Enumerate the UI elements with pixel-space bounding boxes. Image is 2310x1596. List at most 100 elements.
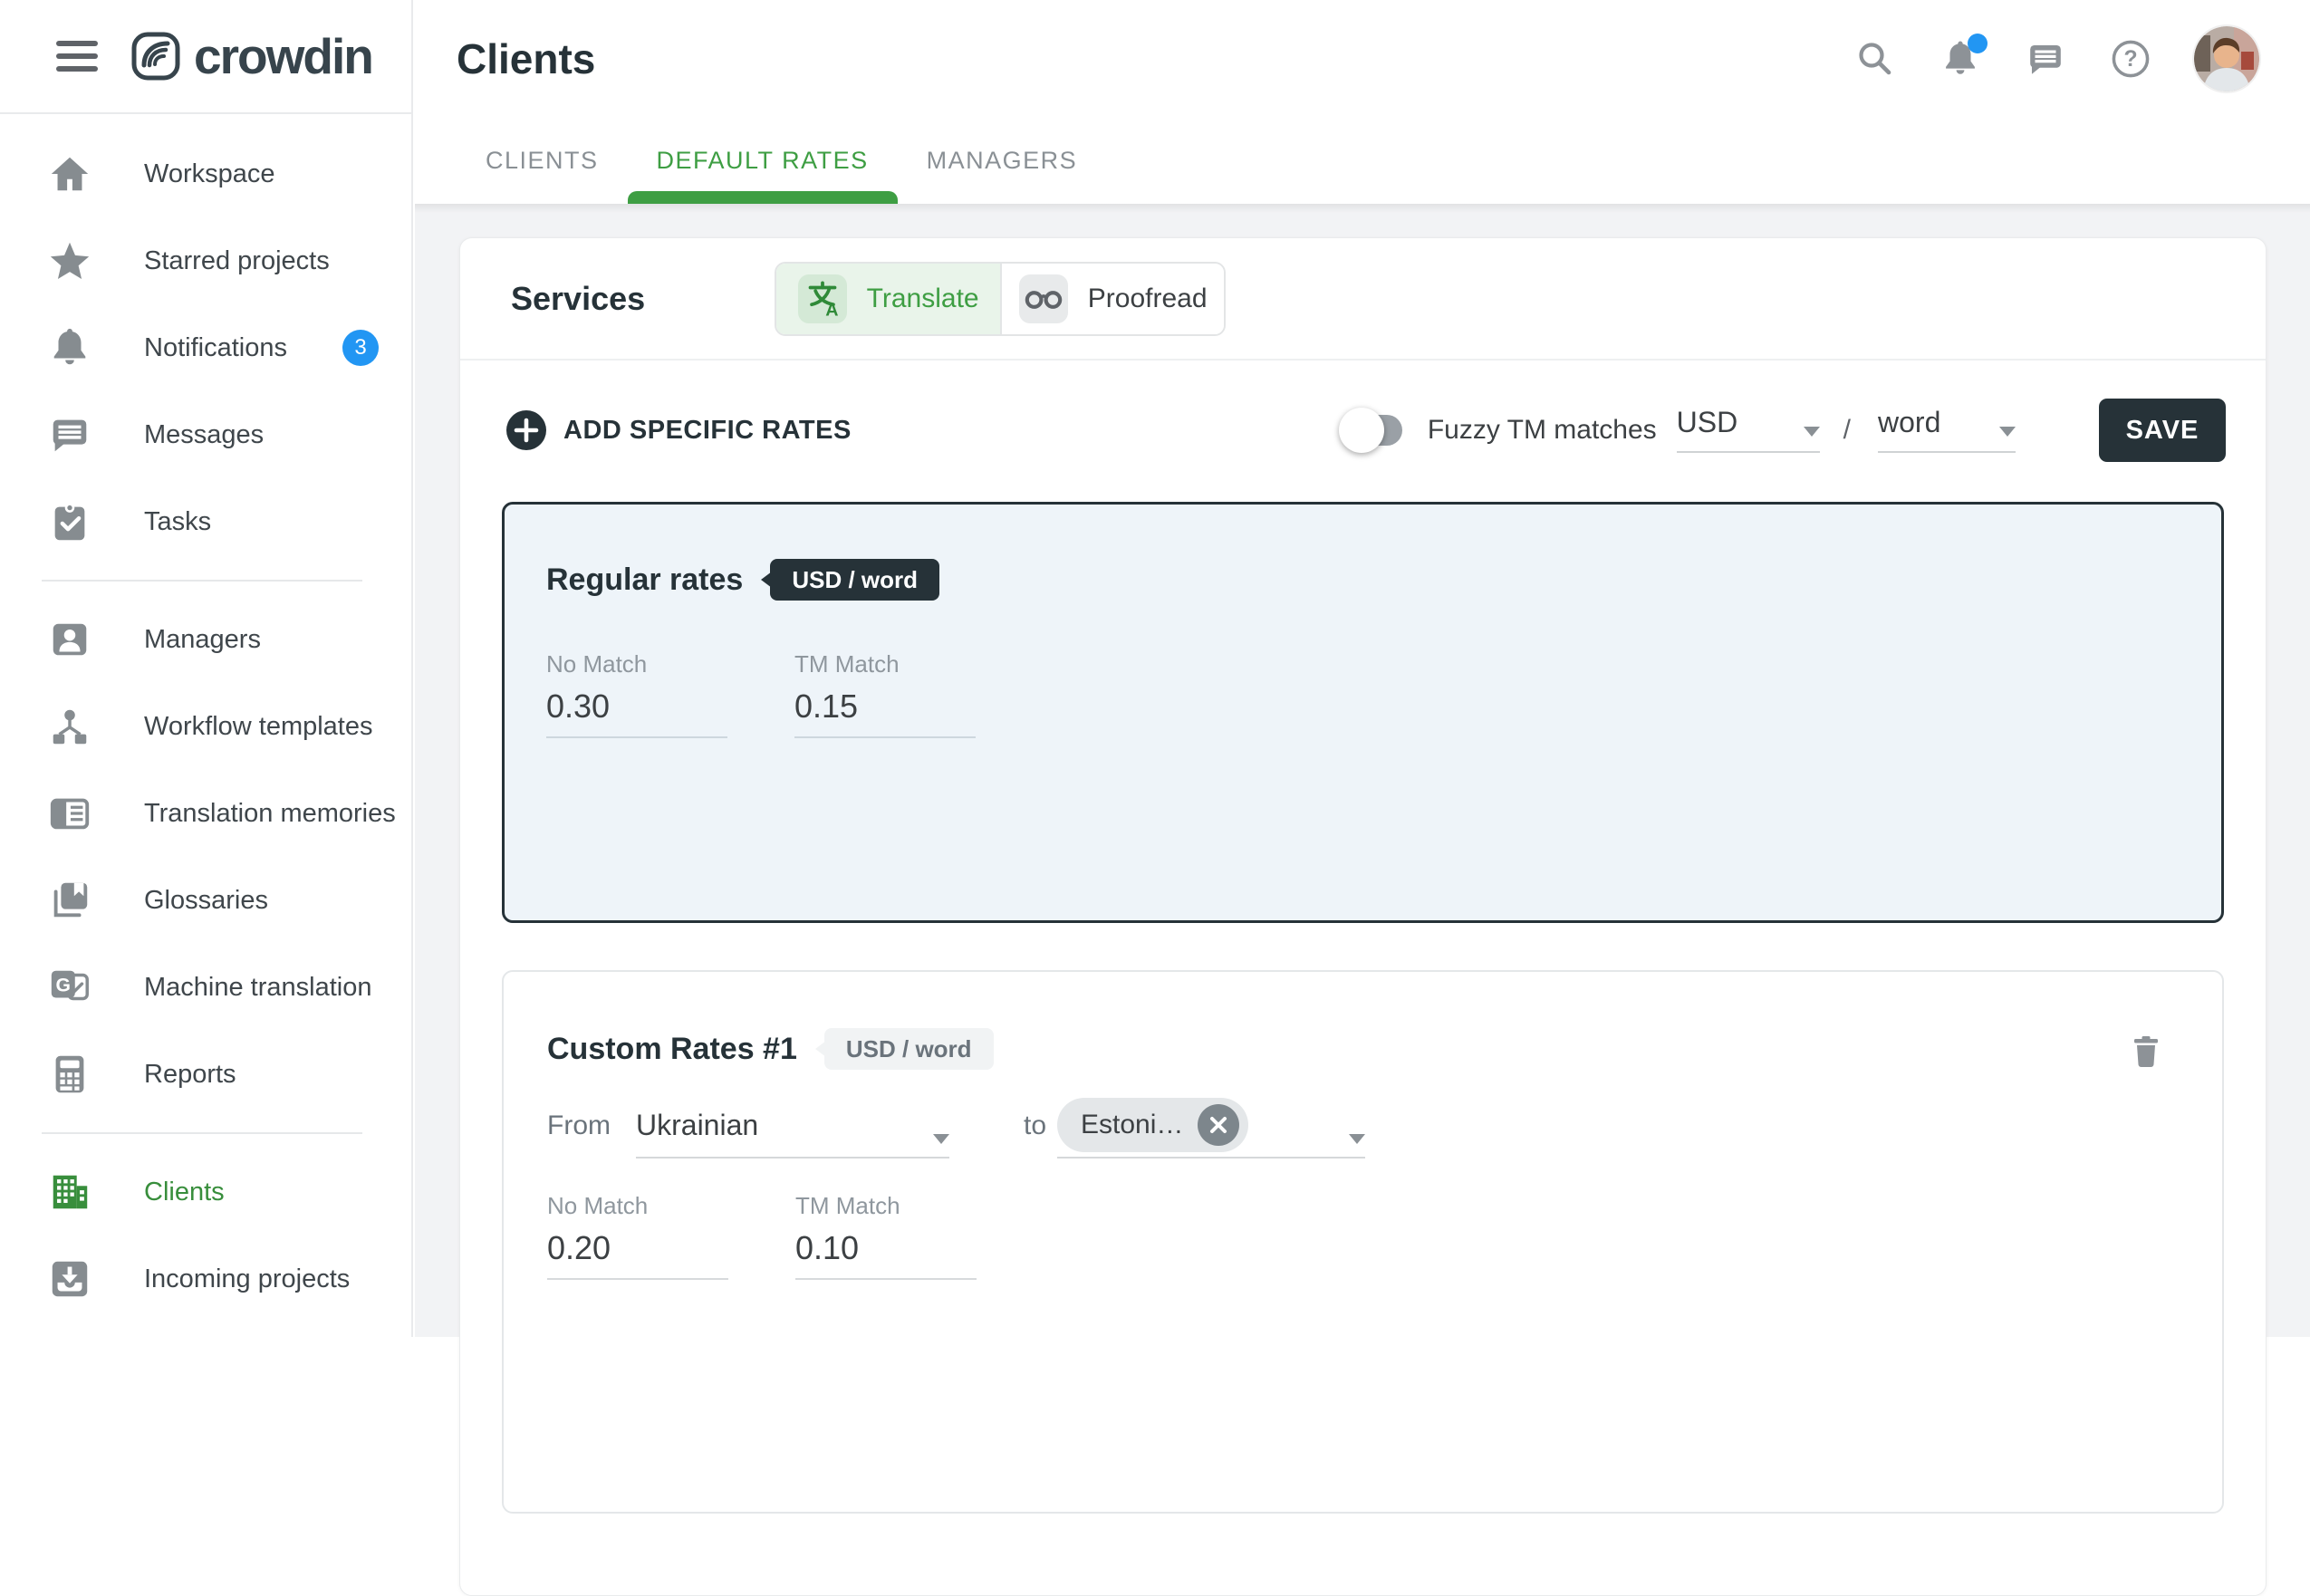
custom-rates-card: Custom Rates #1 USD / word From Ukrainia… bbox=[502, 970, 2224, 1514]
unit-select[interactable]: word bbox=[1878, 408, 2016, 453]
proofread-service-button[interactable]: Proofread bbox=[1000, 264, 1224, 334]
language-pair-row: From Ukrainian to Estoni… bbox=[547, 1093, 2180, 1159]
header-actions: ? bbox=[1853, 26, 2259, 91]
tab-bar: CLIENTS DEFAULT RATES MANAGERS bbox=[457, 117, 1106, 204]
translate-label: Translate bbox=[867, 284, 979, 314]
custom-tm-match-field: TM Match bbox=[795, 1192, 977, 1280]
sidebar-header: crowdin bbox=[0, 0, 411, 114]
custom-rates-unit-badge: USD / word bbox=[824, 1028, 994, 1070]
to-label: to bbox=[1024, 1110, 1046, 1141]
rates-panel: Services A Translate bbox=[459, 237, 2267, 1596]
glossary-book-icon bbox=[46, 877, 93, 924]
service-switcher: A Translate Proofread bbox=[775, 262, 1226, 336]
custom-tm-match-input[interactable] bbox=[795, 1229, 977, 1267]
sidebar-item-workflow-templates[interactable]: Workflow templates bbox=[0, 683, 411, 770]
sidebar-item-machine-translation[interactable]: G Machine translation bbox=[0, 944, 411, 1031]
translate-icon: A bbox=[798, 274, 847, 323]
target-language-chip: Estoni… bbox=[1057, 1098, 1248, 1152]
sidebar-item-tasks[interactable]: Tasks bbox=[0, 478, 411, 565]
chat-icon bbox=[46, 411, 93, 458]
close-icon bbox=[1208, 1115, 1228, 1135]
sidebar-nav: Workspace Starred projects Notifications… bbox=[0, 114, 411, 1322]
home-icon bbox=[46, 150, 93, 197]
sidebar-item-workspace[interactable]: Workspace bbox=[0, 130, 411, 217]
tab-managers[interactable]: MANAGERS bbox=[898, 117, 1107, 204]
plus-circle-icon bbox=[505, 409, 547, 451]
sidebar: crowdin Workspace Starred projects bbox=[0, 0, 413, 1337]
sidebar-item-reports[interactable]: Reports bbox=[0, 1031, 411, 1118]
page-title: Clients bbox=[457, 34, 595, 83]
machine-translation-icon: G bbox=[46, 964, 93, 1011]
tasks-clipboard-icon bbox=[46, 498, 93, 545]
regular-no-match-field: No Match bbox=[546, 650, 727, 738]
search-icon[interactable] bbox=[1853, 37, 1897, 81]
toolbar-right: Fuzzy TM matches USD / word SAVE bbox=[1341, 399, 2226, 462]
notifications-bell-icon[interactable] bbox=[1939, 37, 1982, 81]
main-content: Services A Translate bbox=[415, 204, 2310, 1337]
svg-text:A: A bbox=[825, 300, 838, 320]
add-specific-rates-button[interactable]: ADD SPECIFIC RATES bbox=[505, 409, 852, 451]
chevron-down-icon bbox=[933, 1134, 949, 1144]
star-icon bbox=[46, 237, 93, 284]
regular-tm-match-input[interactable] bbox=[794, 687, 976, 726]
custom-no-match-field: No Match bbox=[547, 1192, 728, 1280]
tab-clients[interactable]: CLIENTS bbox=[457, 117, 628, 204]
inbox-download-icon bbox=[46, 1255, 93, 1303]
sidebar-item-clients[interactable]: Clients bbox=[0, 1149, 411, 1235]
sidebar-item-incoming-projects[interactable]: Incoming projects bbox=[0, 1235, 411, 1322]
workflow-icon bbox=[46, 703, 93, 750]
sidebar-item-messages[interactable]: Messages bbox=[0, 391, 411, 478]
sidebar-item-translation-memories[interactable]: Translation memories bbox=[0, 770, 411, 857]
bell-icon bbox=[46, 324, 93, 371]
source-language-select[interactable]: Ukrainian bbox=[636, 1093, 949, 1159]
toggle-knob bbox=[1339, 408, 1384, 453]
sidebar-item-notifications[interactable]: Notifications 3 bbox=[0, 304, 411, 391]
hamburger-menu-icon[interactable] bbox=[56, 41, 98, 72]
chevron-down-icon bbox=[1804, 427, 1820, 437]
chevron-down-icon bbox=[1999, 427, 2016, 437]
delete-custom-rates-button[interactable] bbox=[2128, 1034, 2164, 1074]
proofread-label: Proofread bbox=[1088, 284, 1208, 314]
sidebar-item-managers[interactable]: Managers bbox=[0, 596, 411, 683]
custom-rates-title: Custom Rates #1 bbox=[547, 1032, 797, 1067]
regular-rates-card: Regular rates USD / word No Match TM Mat… bbox=[502, 502, 2224, 923]
rates-toolbar: ADD SPECIFIC RATES Fuzzy TM matches USD … bbox=[460, 398, 2266, 463]
sidebar-item-glossaries[interactable]: Glossaries bbox=[0, 857, 411, 944]
trash-icon bbox=[2128, 1034, 2164, 1070]
fuzzy-tm-label: Fuzzy TM matches bbox=[1428, 415, 1657, 446]
sidebar-divider bbox=[42, 580, 362, 582]
svg-text:G: G bbox=[56, 975, 71, 995]
regular-no-match-input[interactable] bbox=[546, 687, 727, 726]
chevron-down-icon bbox=[1349, 1134, 1365, 1144]
notifications-count-badge: 3 bbox=[342, 330, 379, 366]
crowdin-logo[interactable]: crowdin bbox=[130, 27, 372, 85]
sidebar-divider bbox=[42, 1132, 362, 1134]
currency-unit-separator: / bbox=[1843, 415, 1851, 446]
user-avatar[interactable] bbox=[2194, 26, 2259, 91]
svg-text:?: ? bbox=[2123, 47, 2137, 72]
services-heading: Services bbox=[511, 280, 645, 318]
sidebar-item-starred-projects[interactable]: Starred projects bbox=[0, 217, 411, 304]
add-specific-rates-label: ADD SPECIFIC RATES bbox=[563, 416, 852, 446]
translation-memory-icon bbox=[46, 790, 93, 837]
custom-no-match-input[interactable] bbox=[547, 1229, 728, 1267]
top-header: Clients bbox=[415, 0, 2310, 204]
services-row: Services A Translate bbox=[460, 238, 2266, 361]
person-card-icon bbox=[46, 616, 93, 663]
regular-tm-match-field: TM Match bbox=[794, 650, 976, 738]
regular-rates-title: Regular rates bbox=[546, 562, 743, 598]
calculator-icon bbox=[46, 1051, 93, 1098]
building-icon bbox=[46, 1168, 93, 1216]
help-icon[interactable]: ? bbox=[2109, 37, 2152, 81]
fuzzy-tm-toggle[interactable] bbox=[1341, 415, 1402, 446]
translate-service-button[interactable]: A Translate bbox=[776, 264, 1000, 334]
remove-language-button[interactable] bbox=[1198, 1104, 1239, 1146]
target-language-select[interactable]: Estoni… bbox=[1057, 1093, 1365, 1159]
crowdin-wordmark: crowdin bbox=[194, 27, 372, 85]
unread-notifications-dot bbox=[1968, 34, 1988, 53]
currency-select[interactable]: USD bbox=[1677, 408, 1820, 453]
tab-default-rates[interactable]: DEFAULT RATES bbox=[628, 117, 898, 204]
save-button[interactable]: SAVE bbox=[2099, 399, 2226, 462]
messages-chat-icon[interactable] bbox=[2024, 37, 2067, 81]
glasses-icon bbox=[1019, 274, 1068, 323]
